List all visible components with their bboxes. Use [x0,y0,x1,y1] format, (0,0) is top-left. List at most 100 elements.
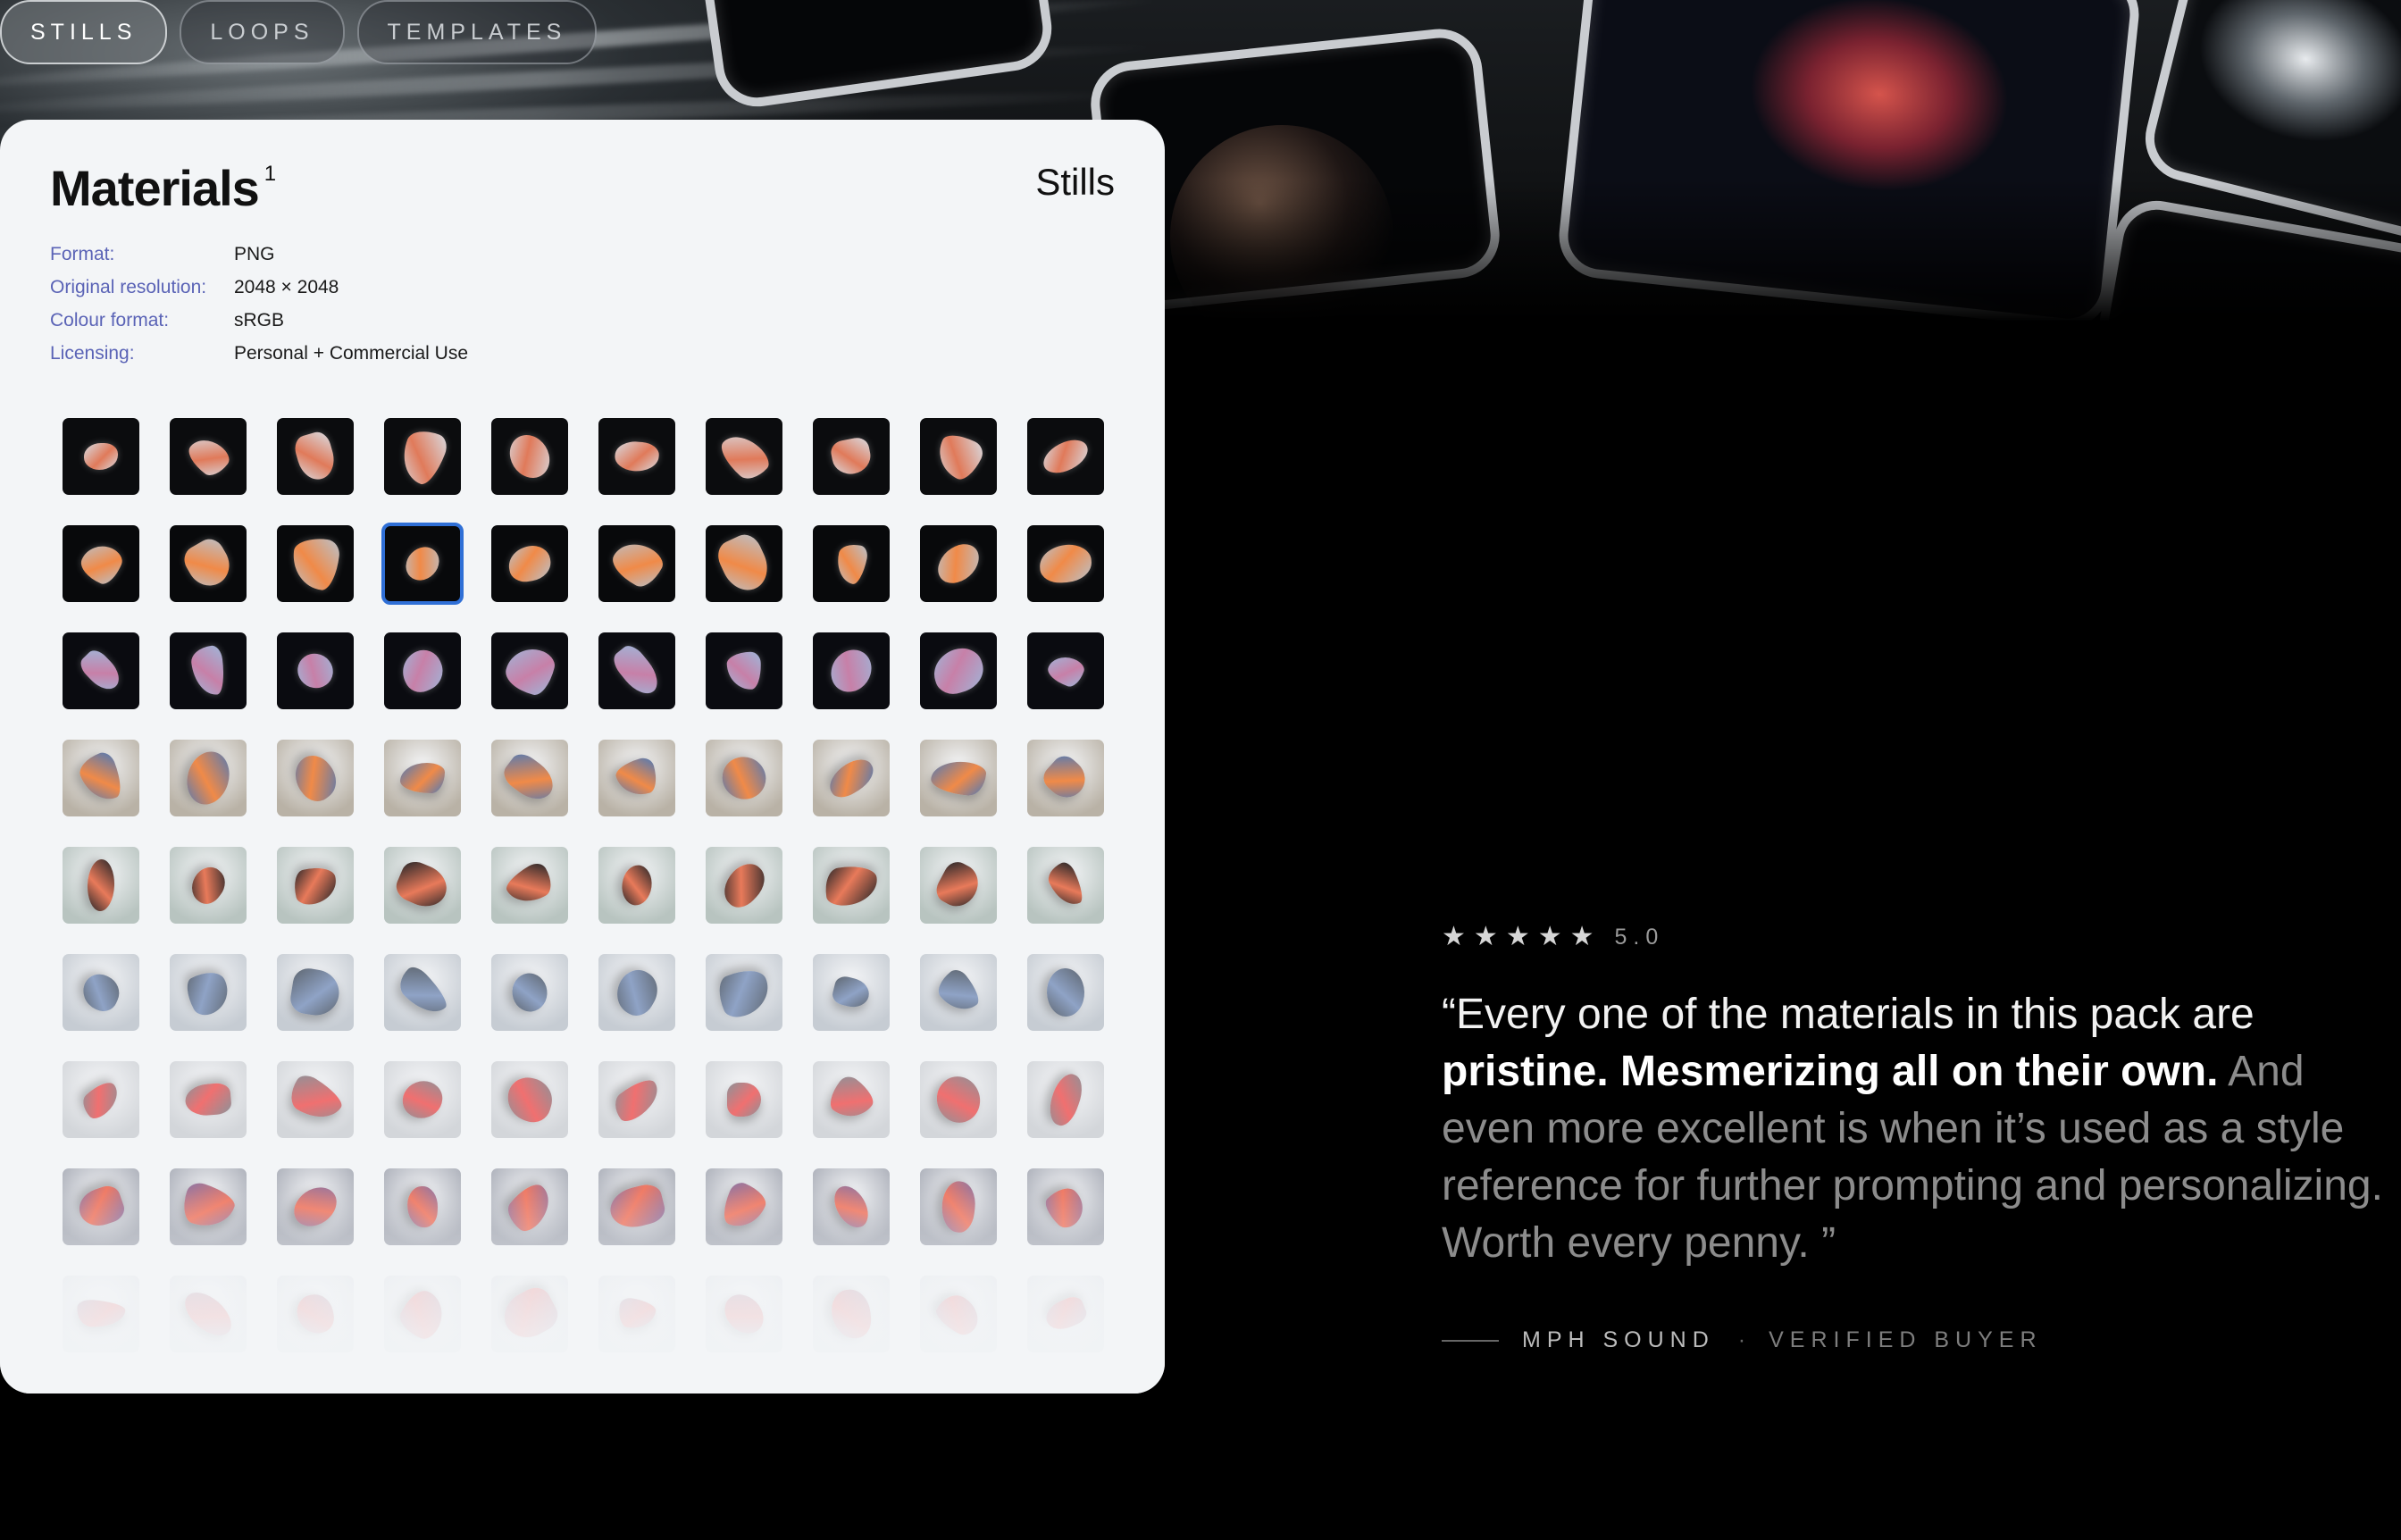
material-thumbnail[interactable] [1027,1061,1104,1138]
material-thumbnail[interactable] [63,525,139,602]
material-thumbnail[interactable] [598,418,675,495]
material-thumbnail[interactable] [920,632,997,709]
material-thumbnail[interactable] [170,740,247,816]
abstract-material-shape [502,1073,557,1126]
material-thumbnail[interactable] [170,632,247,709]
material-thumbnail[interactable] [384,1061,461,1138]
material-thumbnail[interactable] [813,525,890,602]
tab-stills[interactable]: STILLS [0,0,168,64]
material-thumbnail[interactable] [706,740,782,816]
material-thumbnail[interactable] [277,632,354,709]
abstract-material-shape [822,862,881,908]
material-thumbnail[interactable] [277,418,354,495]
material-thumbnail[interactable] [813,632,890,709]
material-thumbnail[interactable] [920,1061,997,1138]
material-thumbnail[interactable] [63,632,139,709]
material-thumbnail[interactable] [920,740,997,816]
abstract-material-shape [613,755,661,801]
abstract-material-shape [391,857,454,914]
abstract-material-shape [291,429,339,484]
material-thumbnail[interactable] [381,523,464,605]
material-thumbnail[interactable] [706,525,782,602]
material-thumbnail[interactable] [598,1061,675,1138]
material-thumbnail[interactable] [706,847,782,924]
material-thumbnail[interactable] [384,954,461,1031]
tab-loops[interactable]: LOOPS [180,0,345,64]
material-thumbnail[interactable] [170,1061,247,1138]
material-thumbnail[interactable] [920,525,997,602]
material-thumbnail[interactable] [63,418,139,495]
tab-templates[interactable]: TEMPLATES [356,0,598,64]
material-thumbnail[interactable] [170,954,247,1031]
material-thumbnail[interactable] [920,847,997,924]
material-thumbnail[interactable] [63,740,139,816]
spec-list: Format: PNG Original resolution: 2048 × … [50,238,468,370]
abstract-material-shape [286,748,345,808]
material-thumbnail[interactable] [1027,740,1104,816]
abstract-material-shape [930,428,987,485]
material-thumbnail[interactable] [170,418,247,495]
material-thumbnail[interactable] [1027,954,1104,1031]
material-thumbnail[interactable] [491,525,568,602]
material-thumbnail[interactable] [491,847,568,924]
abstract-material-shape [76,646,126,696]
material-thumbnail[interactable] [598,632,675,709]
material-thumbnail[interactable] [920,418,997,495]
material-thumbnail[interactable] [491,1061,568,1138]
quote-highlight: pristine. Mesmerizing all on their own. [1442,1048,2219,1095]
rating-value: 5.0 [1614,924,1665,950]
material-thumbnail[interactable] [384,418,461,495]
abstract-material-shape [184,861,232,909]
material-thumbnail[interactable] [277,525,354,602]
verified-buyer-badge: VERIFIED BUYER [1769,1327,2043,1352]
material-thumbnail[interactable] [813,847,890,924]
material-thumbnail[interactable] [491,954,568,1031]
material-thumbnail[interactable] [491,632,568,709]
material-thumbnail[interactable] [598,740,675,816]
material-thumbnail[interactable] [1027,418,1104,495]
material-thumbnail[interactable] [598,847,675,924]
material-thumbnail[interactable] [170,847,247,924]
material-thumbnail[interactable] [813,1061,890,1138]
material-thumbnail[interactable] [1027,525,1104,602]
review-quote: “Every one of the materials in this pack… [1442,986,2401,1272]
material-thumbnail[interactable] [813,418,890,495]
abstract-material-shape [714,427,774,486]
material-thumbnail[interactable] [277,1061,354,1138]
material-thumbnail[interactable] [1027,632,1104,709]
abstract-material-shape [930,758,987,798]
abstract-material-shape [727,1083,761,1117]
material-thumbnail[interactable] [598,954,675,1031]
material-thumbnail[interactable] [491,418,568,495]
material-thumbnail[interactable] [63,954,139,1031]
abstract-material-shape [394,424,451,489]
material-thumbnail[interactable] [277,740,354,816]
material-thumbnail[interactable] [277,954,354,1031]
material-thumbnail[interactable] [63,847,139,924]
material-thumbnail[interactable] [706,418,782,495]
card-kind-label: Stills [1035,161,1115,203]
material-thumbnail[interactable] [598,525,675,602]
material-thumbnail[interactable] [920,954,997,1031]
card-bottom-fade [0,1188,1165,1394]
attribution-separator: · [1737,1327,1746,1352]
material-thumbnail[interactable] [384,740,461,816]
material-thumbnail[interactable] [813,954,890,1031]
category-tabs: STILLS LOOPS TEMPLATES [0,0,598,64]
material-thumbnail[interactable] [170,525,247,602]
material-thumbnail[interactable] [384,847,461,924]
material-thumbnail[interactable] [706,632,782,709]
material-thumbnail[interactable] [1027,847,1104,924]
spec-row-licensing: Licensing: Personal + Commercial Use [50,337,468,370]
abstract-material-shape [832,541,870,586]
material-thumbnail[interactable] [706,1061,782,1138]
material-thumbnail[interactable] [63,1061,139,1138]
material-thumbnail[interactable] [491,740,568,816]
material-thumbnail[interactable] [706,954,782,1031]
material-thumbnail[interactable] [384,632,461,709]
material-thumbnail[interactable] [813,740,890,816]
spec-label: Format: [50,244,115,264]
material-thumbnail[interactable] [277,847,354,924]
attribution-divider [1442,1339,1499,1342]
abstract-material-shape [179,533,238,594]
